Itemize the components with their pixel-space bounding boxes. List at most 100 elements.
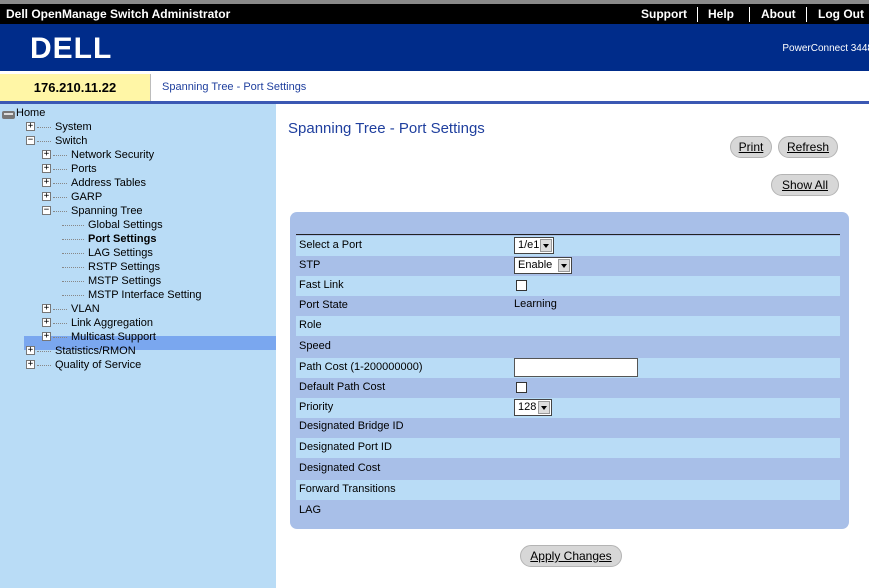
tree-item-lag-settings[interactable]: LAG Settings (88, 246, 153, 260)
separator (697, 7, 698, 22)
brand-banner: DELL PowerConnect 3448 (0, 24, 869, 71)
default-path-cost-checkbox[interactable] (516, 382, 527, 393)
expand-icon[interactable]: + (42, 164, 51, 173)
fast-link-checkbox[interactable] (516, 280, 527, 291)
tree-item-network-security[interactable]: Network Security (71, 148, 154, 162)
tree-item-rstp-settings[interactable]: RSTP Settings (88, 260, 160, 274)
tree-item-quality-of-service[interactable]: Quality of Service (55, 358, 141, 372)
stp-select-value: Enable (518, 259, 553, 271)
path-cost-input[interactable] (514, 358, 638, 377)
tree-connector (62, 253, 84, 254)
tree-item-mstp-settings[interactable]: MSTP Settings (88, 274, 161, 288)
dell-logo: DELL (30, 32, 113, 65)
row-designated-bridge-id: Designated Bridge ID (296, 417, 840, 437)
tree-item-mstp-interface-setting[interactable]: MSTP Interface Setting (88, 288, 202, 302)
row-lag: LAG (296, 501, 840, 521)
designated-cost-label: Designated Cost (299, 462, 381, 474)
tree-item-port-settings[interactable]: Port Settings (88, 232, 156, 246)
breadcrumb: Spanning Tree - Port Settings (162, 81, 307, 93)
chevron-down-icon (540, 239, 552, 252)
tree-connector (53, 197, 67, 198)
priority-select[interactable]: 128 (514, 399, 552, 416)
expand-icon[interactable]: + (26, 346, 35, 355)
separator (749, 7, 750, 22)
expand-icon[interactable]: + (42, 332, 51, 341)
address-bar: 176.210.11.22 Spanning Tree - Port Setti… (0, 71, 869, 104)
chevron-down-icon (538, 401, 550, 414)
default-path-cost-label: Default Path Cost (299, 381, 386, 393)
tree-item-global-settings[interactable]: Global Settings (88, 218, 163, 232)
home-icon (2, 111, 15, 119)
tree-connector (53, 309, 67, 310)
apply-changes-button[interactable]: Apply Changes (520, 545, 622, 567)
row-speed: Speed (296, 337, 840, 357)
tree-connector (53, 211, 67, 212)
tree-item-spanning-tree[interactable]: Spanning Tree (71, 204, 143, 218)
tree-connector (62, 225, 84, 226)
support-link[interactable]: Support (641, 7, 687, 21)
tree-item-switch[interactable]: Switch (55, 134, 87, 148)
path-cost-label: Path Cost (1-200000000) (299, 361, 423, 373)
priority-select-value: 128 (518, 401, 537, 413)
tree-item-address-tables[interactable]: Address Tables (71, 176, 146, 190)
expand-icon[interactable]: + (42, 178, 51, 187)
row-port-state: Port State Learning (296, 296, 840, 316)
tree-label: Home (16, 107, 46, 119)
priority-label: Priority (299, 401, 334, 413)
help-link[interactable]: Help (708, 7, 734, 21)
role-label: Role (299, 319, 322, 331)
expand-icon[interactable]: + (26, 360, 35, 369)
tree-connector (53, 323, 67, 324)
print-button[interactable]: Print (730, 136, 772, 158)
stp-select[interactable]: Enable (514, 257, 572, 274)
tree-item-link-aggregation[interactable]: Link Aggregation (71, 316, 153, 330)
tree-item-ports[interactable]: Ports (71, 162, 97, 176)
tree-connector (37, 127, 51, 128)
designated-bridge-id-label: Designated Bridge ID (299, 420, 404, 432)
designated-port-id-label: Designated Port ID (299, 441, 392, 453)
tree-connector (53, 183, 67, 184)
expand-icon[interactable]: + (26, 122, 35, 131)
expand-icon[interactable]: + (42, 318, 51, 327)
row-path-cost: Path Cost (1-200000000) (296, 358, 840, 378)
expand-icon[interactable]: + (42, 192, 51, 201)
port-state-label: Port State (299, 299, 348, 311)
collapse-icon[interactable]: − (26, 136, 35, 145)
device-ip: 176.210.11.22 (0, 74, 151, 101)
separator (806, 7, 807, 22)
speed-label: Speed (299, 340, 331, 352)
tree-connector (53, 155, 67, 156)
tree-connector (53, 169, 67, 170)
tree-connector (62, 239, 84, 240)
navigation-tree: Home + System − Switch + Network Securit… (0, 104, 276, 588)
tree-connector (62, 281, 84, 282)
row-select-port: Select a Port 1/e1 (296, 236, 840, 256)
port-state-value: Learning (514, 298, 557, 310)
collapse-icon[interactable]: − (42, 206, 51, 215)
port-settings-panel: Select a Port 1/e1 STP Enable Fast Link … (290, 212, 849, 529)
port-select[interactable]: 1/e1 (514, 237, 554, 254)
page-title: Spanning Tree - Port Settings (288, 120, 485, 137)
tree-item-vlan[interactable]: VLAN (71, 302, 100, 316)
chevron-down-icon (558, 259, 570, 272)
tree-item-system[interactable]: System (55, 120, 92, 134)
logout-link[interactable]: Log Out (818, 7, 864, 21)
expand-icon[interactable]: + (42, 304, 51, 313)
divider (296, 234, 840, 235)
tree-item-garp[interactable]: GARP (71, 190, 102, 204)
about-link[interactable]: About (761, 7, 796, 21)
row-role: Role (296, 316, 840, 336)
expand-icon[interactable]: + (42, 150, 51, 159)
select-port-label: Select a Port (299, 239, 362, 251)
tree-connector (62, 295, 84, 296)
row-forward-transitions: Forward Transitions (296, 480, 840, 500)
forward-transitions-label: Forward Transitions (299, 483, 396, 495)
tree-item-statistics-rmon[interactable]: Statistics/RMON (55, 344, 136, 358)
tree-connector (37, 141, 51, 142)
product-model: PowerConnect 3448 (782, 43, 869, 54)
tree-connector (62, 267, 84, 268)
show-all-button[interactable]: Show All (771, 174, 839, 196)
tree-item-multicast-support[interactable]: Multicast Support (71, 330, 156, 344)
row-designated-cost: Designated Cost (296, 459, 840, 479)
refresh-button[interactable]: Refresh (778, 136, 838, 158)
